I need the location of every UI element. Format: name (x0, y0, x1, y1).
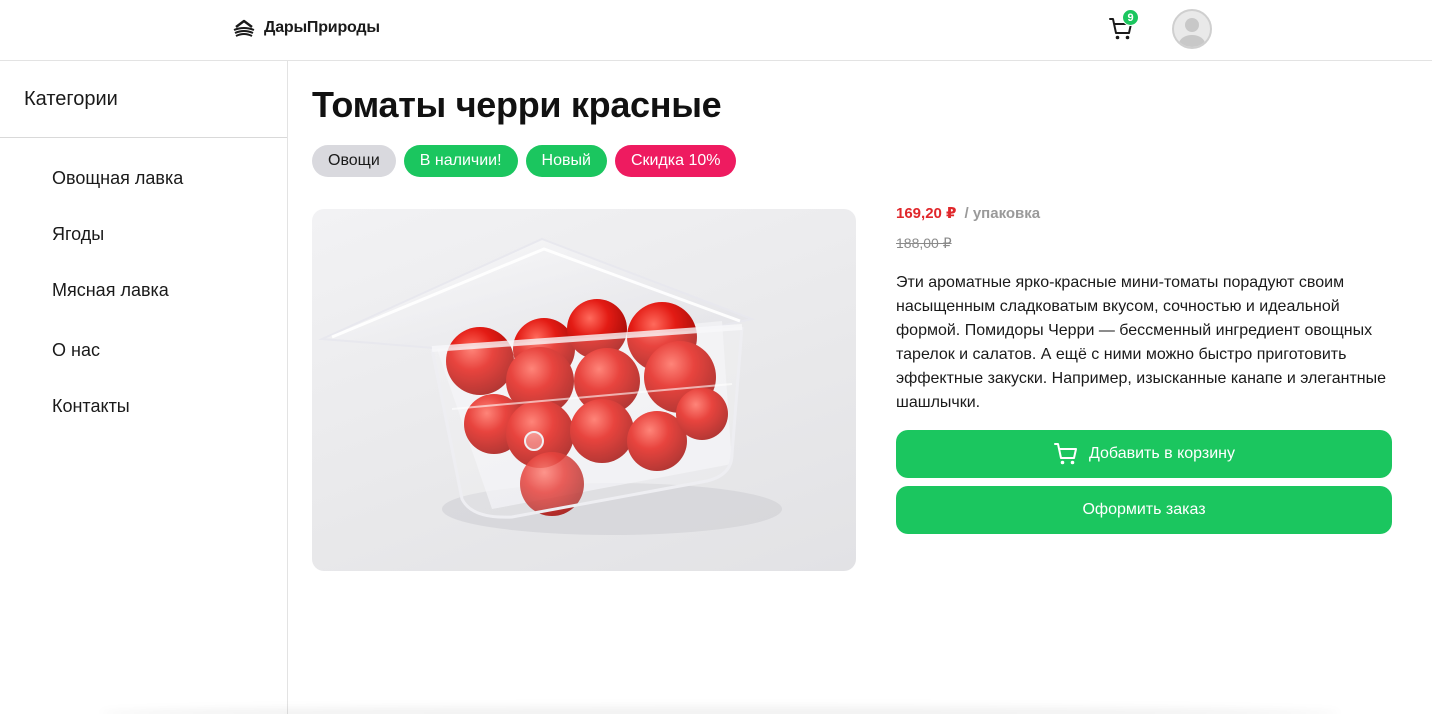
price-unit: / упаковка (964, 205, 1041, 222)
cart-icon (1053, 443, 1077, 465)
tag-new: Новый (525, 145, 607, 177)
sidebar: Категории Овощная лавка Ягоды Мясная лав… (0, 61, 288, 714)
cherry-tomatoes-illustration (318, 237, 782, 535)
tag-category[interactable]: Овощи (312, 145, 396, 177)
logo-icon (233, 19, 255, 37)
header: ДарыПрироды 9 (0, 0, 1432, 61)
product-title: Томаты черри красные (312, 84, 722, 125)
logo-text: ДарыПрироды (264, 19, 380, 36)
tag-in-stock: В наличии! (403, 145, 518, 177)
sidebar-item-about[interactable]: О нас (52, 340, 100, 361)
place-order-label: Оформить заказ (1082, 501, 1206, 518)
cart-count-badge: 9 (1122, 9, 1139, 26)
add-to-cart-button[interactable]: Добавить в корзину (896, 430, 1392, 478)
sidebar-item-vegetable-shop[interactable]: Овощная лавка (52, 168, 183, 189)
bottom-shadow (100, 706, 1340, 714)
avatar[interactable] (1172, 9, 1212, 49)
old-price: 188,00 ₽ (896, 235, 952, 251)
sidebar-item-meat-shop[interactable]: Мясная лавка (52, 280, 169, 301)
place-order-button[interactable]: Оформить заказ (896, 486, 1392, 534)
product-image (312, 209, 856, 571)
user-avatar-icon (1179, 18, 1205, 47)
sidebar-item-contacts[interactable]: Контакты (52, 396, 130, 417)
sidebar-item-berries[interactable]: Ягоды (52, 224, 104, 245)
price-row: 169,20 ₽ / упаковка (896, 204, 1040, 222)
product-tags: Овощи В наличии! Новый Скидка 10% (312, 145, 737, 177)
logo[interactable]: ДарыПрироды (232, 16, 380, 40)
tag-discount: Скидка 10% (614, 145, 737, 177)
product-description: Эти ароматные ярко-красные мини-томаты п… (896, 274, 1387, 411)
add-to-cart-label: Добавить в корзину (1088, 445, 1235, 462)
sidebar-title: Категории (0, 61, 287, 138)
current-price: 169,20 ₽ (896, 205, 957, 222)
